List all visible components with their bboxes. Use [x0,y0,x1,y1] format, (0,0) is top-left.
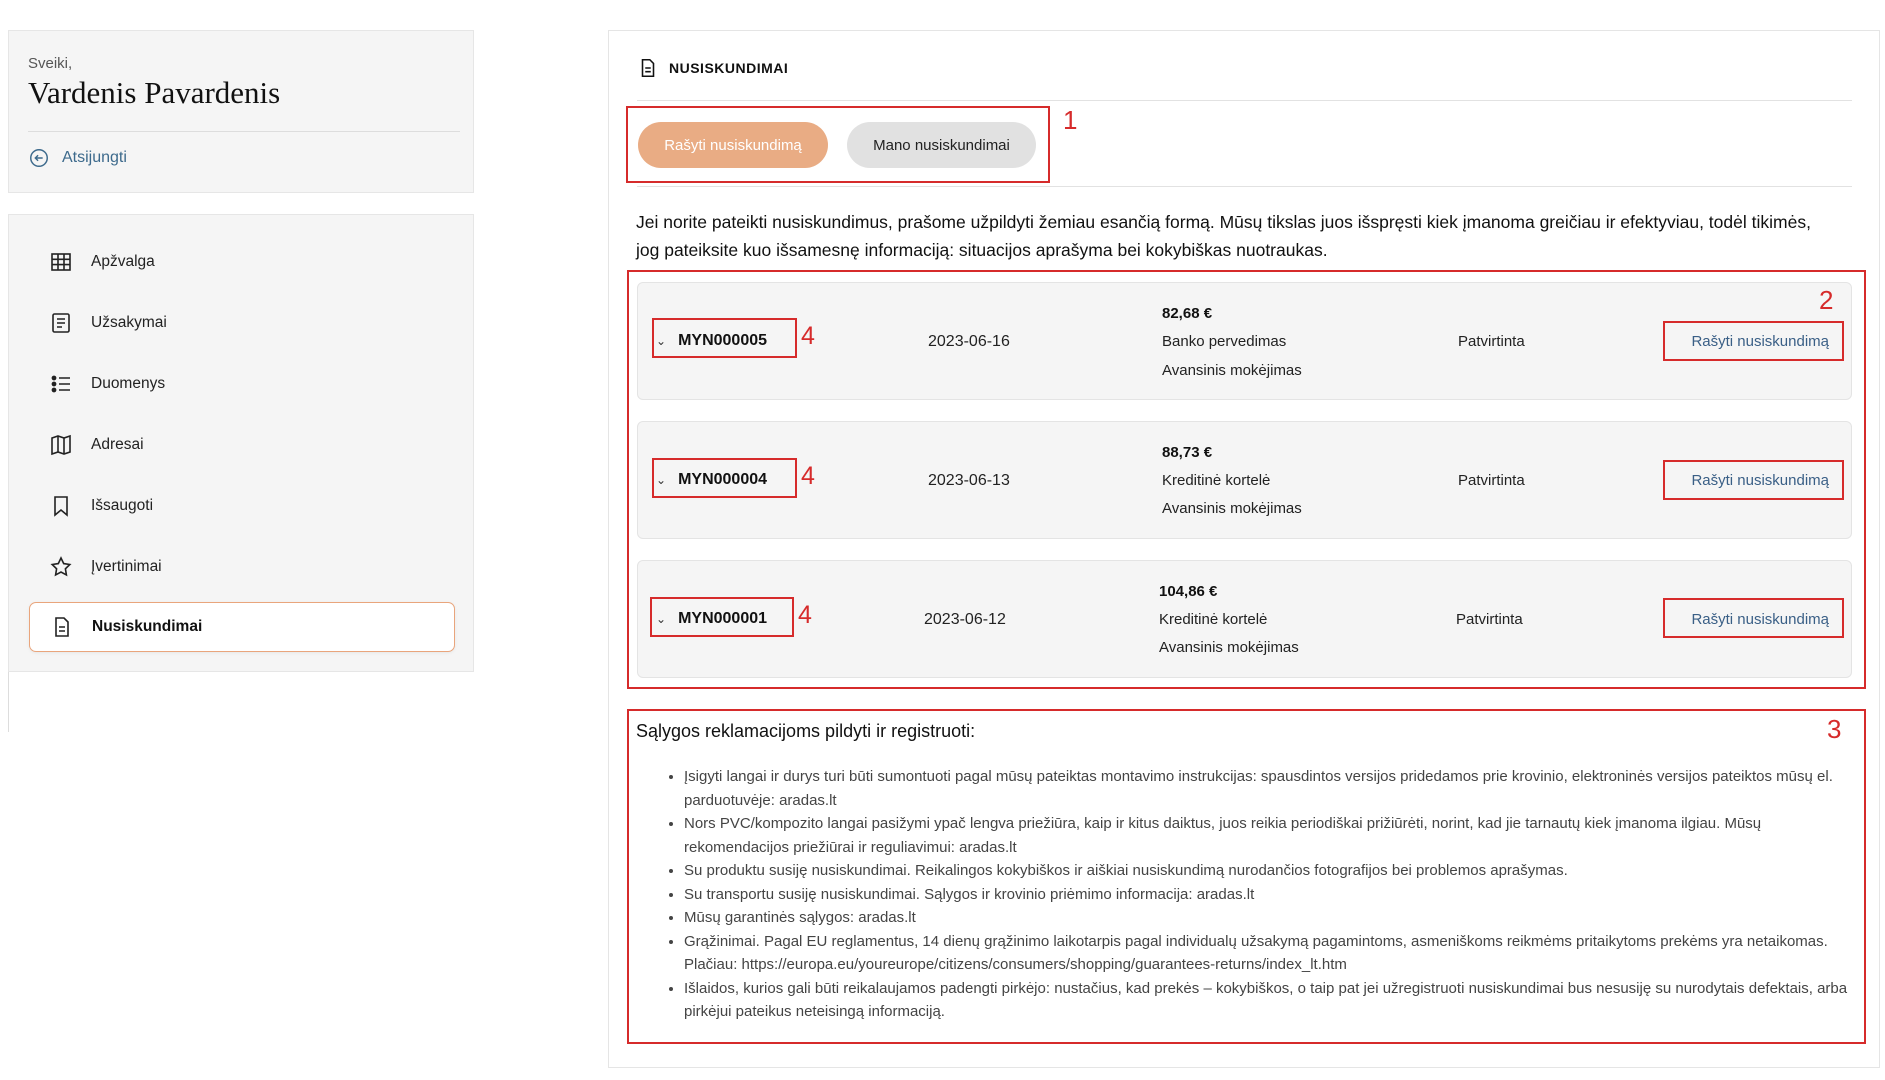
sidebar-item-uzsakymai[interactable]: Užsakymai [29,298,455,348]
payment-type: Avansinis mokėjimas [1159,639,1299,656]
sidebar-item-nusiskundimai[interactable]: Nusiskundimai [29,602,455,652]
order-id: MYN000001 [678,610,768,627]
sidebar-item-adresai[interactable]: Adresai [29,420,455,470]
chevron-down-icon: ⌄ [656,473,667,487]
annotation-number: 4 [801,322,815,350]
logout-link[interactable]: Atsijungti [28,147,127,169]
list-item: Išlaidos, kurios gali būti reikalaujamos… [684,977,1852,1024]
sidebar-item-issaugoti[interactable]: Išsaugoti [29,481,455,531]
order-toggle[interactable]: ⌄ MYN000001 [656,610,767,628]
divider [637,100,1852,101]
order-card: ⌄ MYN000001 2023-06-12 104,86 € Kreditin… [637,560,1852,678]
sidebar-item-label: Įvertinimai [91,558,162,575]
order-amount: 104,86 € [1159,583,1218,600]
data-list-icon [51,375,70,393]
sidebar-item-label: Nusiskundimai [92,618,203,635]
sidebar-item-label: Adresai [91,436,144,453]
order-status: Patvirtinta [1458,333,1525,350]
terms-title: Sąlygos reklamacijoms pildyti ir registr… [636,721,976,741]
order-id: MYN000004 [678,471,768,488]
document-icon [641,58,655,78]
map-icon [51,434,71,456]
payment-method: Kreditinė kortelė [1162,472,1271,489]
list-item: Nors PVC/kompozito langai pasižymi ypač … [684,812,1852,859]
table-grid-icon [51,253,71,271]
order-status: Patvirtinta [1458,472,1525,489]
greeting-text: Sveiki, [28,55,73,72]
sidebar-item-duomenys[interactable]: Duomenys [29,359,455,409]
write-complaint-link[interactable]: Rašyti nusiskundimą [1691,472,1829,489]
annotation-number: 2 [1819,285,1834,315]
sidebar-item-label: Apžvalga [91,253,155,270]
order-date: 2023-06-16 [928,333,1010,350]
order-card: ⌄ MYN000004 2023-06-13 88,73 € Kreditinė… [637,421,1852,539]
user-name: Vardenis Pavardenis [28,75,281,110]
order-toggle[interactable]: ⌄ MYN000004 [656,471,767,489]
greeting-panel: Sveiki, Vardenis Pavardenis Atsijungti [8,30,474,193]
tab-my-complaints[interactable]: Mano nusiskundimai [847,122,1036,168]
order-amount: 82,68 € [1162,305,1213,322]
annotation-number: 1 [1063,105,1078,135]
list-item: Su transportu susiję nusiskundimai. Sąly… [684,883,1852,907]
sidebar-item-label: Užsakymai [91,314,167,331]
sidebar-item-label: Duomenys [91,375,166,392]
sidebar-item-apzvalga[interactable]: Apžvalga [29,237,455,287]
annotation-number: 4 [801,462,815,490]
divider [28,131,460,132]
list-item: Įsigyti langai ir durys turi būti sumont… [684,765,1852,812]
order-date: 2023-06-12 [924,611,1006,628]
terms-list: Įsigyti langai ir durys turi būti sumont… [662,765,1852,1024]
write-complaint-link[interactable]: Rašyti nusiskundimą [1691,611,1829,628]
logout-label: Atsijungti [62,149,127,166]
chevron-down-icon: ⌄ [656,612,667,626]
list-item: Su produktu susiję nusiskundimai. Reikal… [684,859,1852,883]
list-item: Grąžinimai. Pagal EU reglamentus, 14 die… [684,930,1852,977]
order-date: 2023-06-13 [928,472,1010,489]
sidebar-item-ivertinimai[interactable]: Įvertinimai [29,542,455,592]
section-header: NUSISKUNDIMAI [637,57,788,79]
orders-list-icon [52,313,70,333]
sidebar-nav: Apžvalga Užsakymai Duomenys Adresai Išsa… [8,214,474,672]
sidebar-item-label: Išsaugoti [91,497,154,514]
annotation-number: 3 [1827,714,1842,744]
logout-icon [30,149,48,167]
list-item: Mūsų garantinės sąlygos: aradas.lt [684,906,1852,930]
order-amount: 88,73 € [1162,444,1213,461]
tab-write-complaint[interactable]: Rašyti nusiskundimą [638,122,828,168]
order-toggle[interactable]: ⌄ MYN000005 [656,332,767,350]
star-icon [50,556,72,577]
document-icon [55,617,69,637]
write-complaint-link[interactable]: Rašyti nusiskundimą [1691,333,1829,350]
bookmark-icon [54,496,68,517]
page-title: NUSISKUNDIMAI [669,60,789,76]
payment-type: Avansinis mokėjimas [1162,362,1302,379]
order-id: MYN000005 [678,332,768,349]
payment-method: Banko pervedimas [1162,333,1287,350]
chevron-down-icon: ⌄ [656,334,667,348]
order-status: Patvirtinta [1456,611,1523,628]
payment-method: Kreditinė kortelė [1159,611,1268,628]
annotation-number: 4 [798,601,812,629]
divider [637,186,1852,187]
order-card: ⌄ MYN000005 2023-06-16 82,68 € Banko per… [637,282,1852,400]
payment-type: Avansinis mokėjimas [1162,500,1302,517]
intro-text: Jei norite pateikti nusiskundimus, prašo… [636,212,1811,260]
divider [8,672,9,732]
